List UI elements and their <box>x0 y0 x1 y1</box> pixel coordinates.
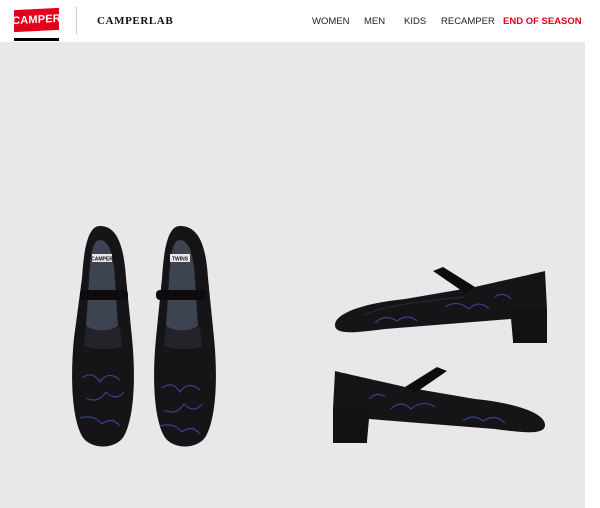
nav-end-of-season[interactable]: END OF SEASON <box>503 16 582 27</box>
lower-shoe-side <box>333 367 545 443</box>
logo-underline <box>14 38 59 41</box>
nav-recamper[interactable]: RECAMPER <box>441 16 495 27</box>
left-insole-label: CAMPER <box>91 257 113 263</box>
nav-men[interactable]: MEN <box>364 16 385 27</box>
right-insole-label: TWINS <box>172 257 189 263</box>
nav-women[interactable]: WOMEN <box>312 16 349 27</box>
product-gallery: CAMPER TWINS <box>0 42 585 508</box>
header-divider <box>76 7 77 34</box>
camper-logo[interactable]: CAMPER <box>12 7 61 33</box>
logo-text: CAMPER <box>12 12 61 28</box>
upper-shoe-side <box>335 267 547 343</box>
left-shoe-top: CAMPER <box>72 226 134 447</box>
scrollbar[interactable] <box>585 42 600 508</box>
shoes-top-view-image[interactable]: CAMPER TWINS <box>60 218 230 478</box>
brand-name[interactable]: CAMPERLAB <box>97 15 173 27</box>
nav-kids[interactable]: KIDS <box>404 16 426 27</box>
right-shoe-top: TWINS <box>154 226 216 447</box>
site-header: CAMPER CAMPERLAB WOMEN MEN KIDS RECAMPER… <box>0 0 600 42</box>
shoes-side-view-image[interactable] <box>325 257 555 447</box>
